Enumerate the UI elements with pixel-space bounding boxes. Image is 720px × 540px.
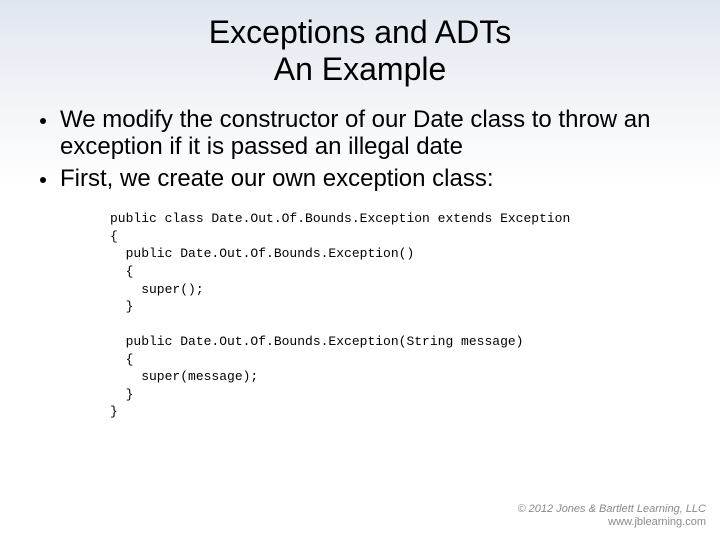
bullet-item: First, we create our own exception class…	[40, 165, 680, 193]
bullet-text: We modify the constructor of our Date cl…	[60, 106, 680, 161]
title-line-2: An Example	[274, 51, 447, 87]
slide: Exceptions and ADTs An Example We modify…	[0, 0, 720, 540]
bullet-dot-icon	[40, 177, 46, 183]
title-line-1: Exceptions and ADTs	[209, 14, 511, 50]
bullet-text: First, we create our own exception class…	[60, 165, 680, 193]
footer: © 2012 Jones & Bartlett Learning, LLC ww…	[518, 503, 707, 531]
copyright-text: © 2012 Jones & Bartlett Learning, LLC	[518, 503, 707, 517]
bullet-dot-icon	[40, 118, 46, 124]
slide-body: We modify the constructor of our Date cl…	[0, 88, 720, 421]
footer-url: www.jblearning.com	[518, 516, 707, 530]
slide-title: Exceptions and ADTs An Example	[0, 0, 720, 88]
bullet-item: We modify the constructor of our Date cl…	[40, 106, 680, 161]
code-block: public class Date.Out.Of.Bounds.Exceptio…	[40, 196, 680, 421]
